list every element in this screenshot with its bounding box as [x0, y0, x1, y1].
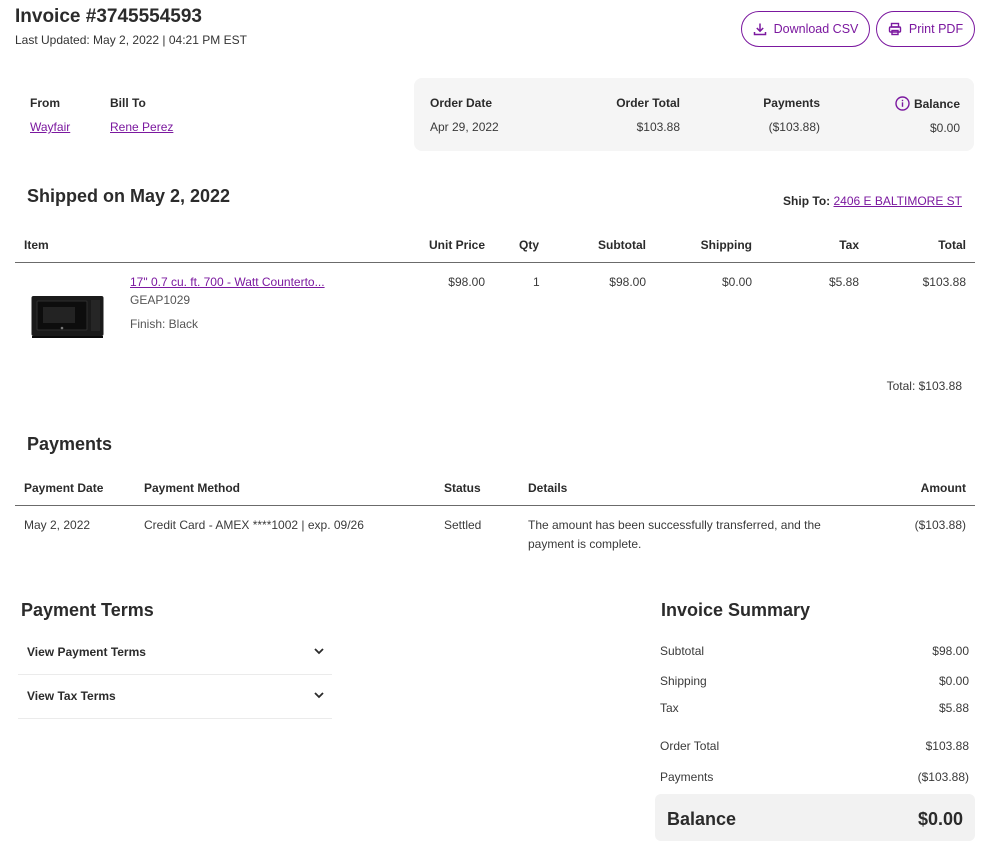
balance-value: $0.00	[929, 121, 960, 135]
ship-to-address-link[interactable]: 2406 E BALTIMORE ST	[834, 194, 963, 208]
order-date-label: Order Date	[430, 96, 493, 110]
ship-to-label: Ship To:	[783, 194, 831, 208]
col-details: Details	[528, 481, 568, 495]
summary-shipping-label: Shipping	[660, 674, 707, 688]
item-qty: 1	[533, 275, 540, 289]
download-csv-button[interactable]: Download CSV	[741, 11, 870, 47]
item-subtotal: $98.00	[609, 275, 646, 289]
product-name-link[interactable]: 17" 0.7 cu. ft. 700 - Watt Counterto...	[130, 275, 325, 289]
payment-status: Settled	[444, 518, 482, 532]
balance-header: Balance	[860, 96, 960, 111]
summary-subtotal-label: Subtotal	[660, 644, 705, 658]
view-tax-terms-label: View Tax Terms	[27, 689, 116, 703]
payment-details-line1: The amount has been successfully transfe…	[528, 518, 821, 532]
item-tax: $5.88	[828, 275, 859, 289]
item-shipping: $0.00	[721, 275, 752, 289]
chevron-down-icon	[314, 648, 324, 655]
summary-shipping-row: Shipping $0.00	[660, 674, 969, 688]
payment-date: May 2, 2022	[24, 518, 91, 532]
print-pdf-button[interactable]: Print PDF	[876, 11, 975, 47]
payments-label: Payments	[763, 96, 820, 110]
product-finish: Finish: Black	[130, 317, 199, 331]
print-pdf-label: Print PDF	[908, 22, 964, 36]
col-total: Total	[938, 238, 966, 252]
balance-label: Balance	[913, 96, 960, 111]
bill-to-link[interactable]: Rene Perez	[110, 120, 173, 134]
col-item: Item	[24, 238, 49, 252]
order-total-value: $103.88	[636, 120, 680, 134]
summary-balance-label: Balance	[667, 809, 737, 829]
col-unit-price: Unit Price	[428, 238, 485, 252]
info-icon[interactable]	[895, 96, 910, 111]
product-sku: GEAP1029	[130, 293, 191, 307]
col-tax: Tax	[839, 238, 859, 252]
payment-amount: ($103.88)	[914, 518, 966, 532]
last-updated: Last Updated: May 2, 2022 | 04:21 PM EST	[15, 33, 247, 47]
payments-value: ($103.88)	[768, 120, 820, 134]
col-amount: Amount	[920, 481, 966, 495]
shipment-title: Shipped on May 2, 2022	[27, 186, 231, 206]
payments-table-divider	[15, 505, 975, 506]
payment-terms-title: Payment Terms	[21, 600, 154, 620]
summary-order-total-value: $103.88	[925, 739, 969, 753]
invoice-summary-title: Invoice Summary	[661, 600, 811, 620]
shipment-total: Total: $103.88	[886, 379, 962, 393]
col-payment-method: Payment Method	[144, 481, 241, 495]
col-status: Status	[444, 481, 481, 495]
payment-method: Credit Card - AMEX ****1002 | exp. 09/26	[144, 518, 364, 532]
summary-tax-row: Tax $5.88	[660, 701, 969, 715]
order-date-value: Apr 29, 2022	[430, 120, 499, 134]
summary-payments-label: Payments	[660, 770, 714, 784]
payments-title: Payments	[27, 434, 113, 454]
page-title: Invoice #3745554593	[15, 6, 202, 27]
view-tax-terms-accordion[interactable]: View Tax Terms	[18, 675, 332, 719]
download-icon	[753, 23, 766, 36]
summary-shipping-value: $0.00	[938, 674, 969, 688]
product-image[interactable]	[31, 295, 104, 338]
order-total-label: Order Total	[616, 96, 680, 110]
summary-tax-label: Tax	[660, 701, 679, 715]
download-csv-label: Download CSV	[773, 22, 859, 36]
col-subtotal: Subtotal	[598, 238, 646, 252]
col-shipping: Shipping	[700, 238, 752, 252]
from-label: From	[30, 96, 60, 110]
summary-balance-box: Balance $0.00	[655, 794, 975, 841]
summary-balance-value: $0.00	[917, 809, 963, 829]
summary-tax-value: $5.88	[938, 701, 969, 715]
view-payment-terms-label: View Payment Terms	[27, 645, 146, 659]
summary-subtotal-row: Subtotal $98.00	[660, 644, 969, 658]
shipment-table-divider	[15, 262, 975, 263]
item-total: $103.88	[922, 275, 966, 289]
item-unit-price: $98.00	[448, 275, 485, 289]
from-link[interactable]: Wayfair	[30, 120, 70, 134]
chevron-down-icon	[314, 692, 324, 699]
order-summary-panel	[414, 78, 974, 151]
col-payment-date: Payment Date	[24, 481, 104, 495]
payment-details-line2: payment is complete.	[528, 537, 642, 551]
summary-payments-row: Payments ($103.88)	[660, 770, 969, 784]
summary-payments-value: ($103.88)	[917, 770, 969, 784]
summary-subtotal-value: $98.00	[932, 644, 969, 658]
col-qty: Qty	[519, 238, 540, 252]
summary-order-total-label: Order Total	[660, 739, 720, 753]
summary-order-total-row: Order Total $103.88	[660, 739, 969, 753]
ship-to: Ship To: 2406 E BALTIMORE ST	[700, 194, 962, 208]
printer-icon	[888, 22, 902, 36]
view-payment-terms-accordion[interactable]: View Payment Terms	[18, 631, 332, 675]
bill-to-label: Bill To	[110, 96, 146, 110]
